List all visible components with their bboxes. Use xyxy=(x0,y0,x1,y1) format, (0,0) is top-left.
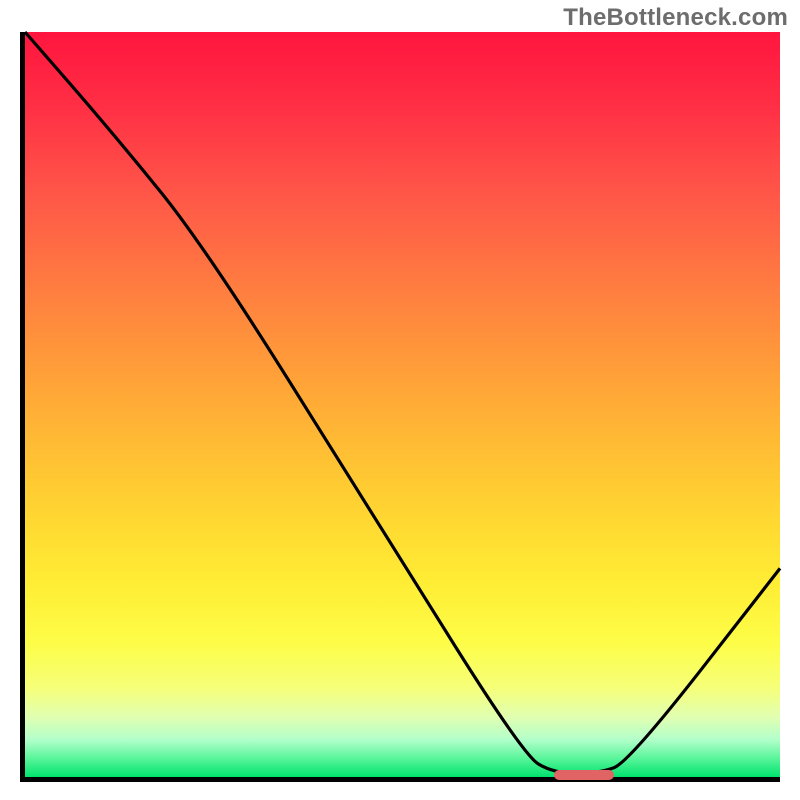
curve-svg xyxy=(25,32,780,777)
plot-area xyxy=(20,32,780,782)
watermark-text: TheBottleneck.com xyxy=(563,4,788,32)
curve-line xyxy=(25,32,780,773)
optimum-marker xyxy=(554,770,614,780)
